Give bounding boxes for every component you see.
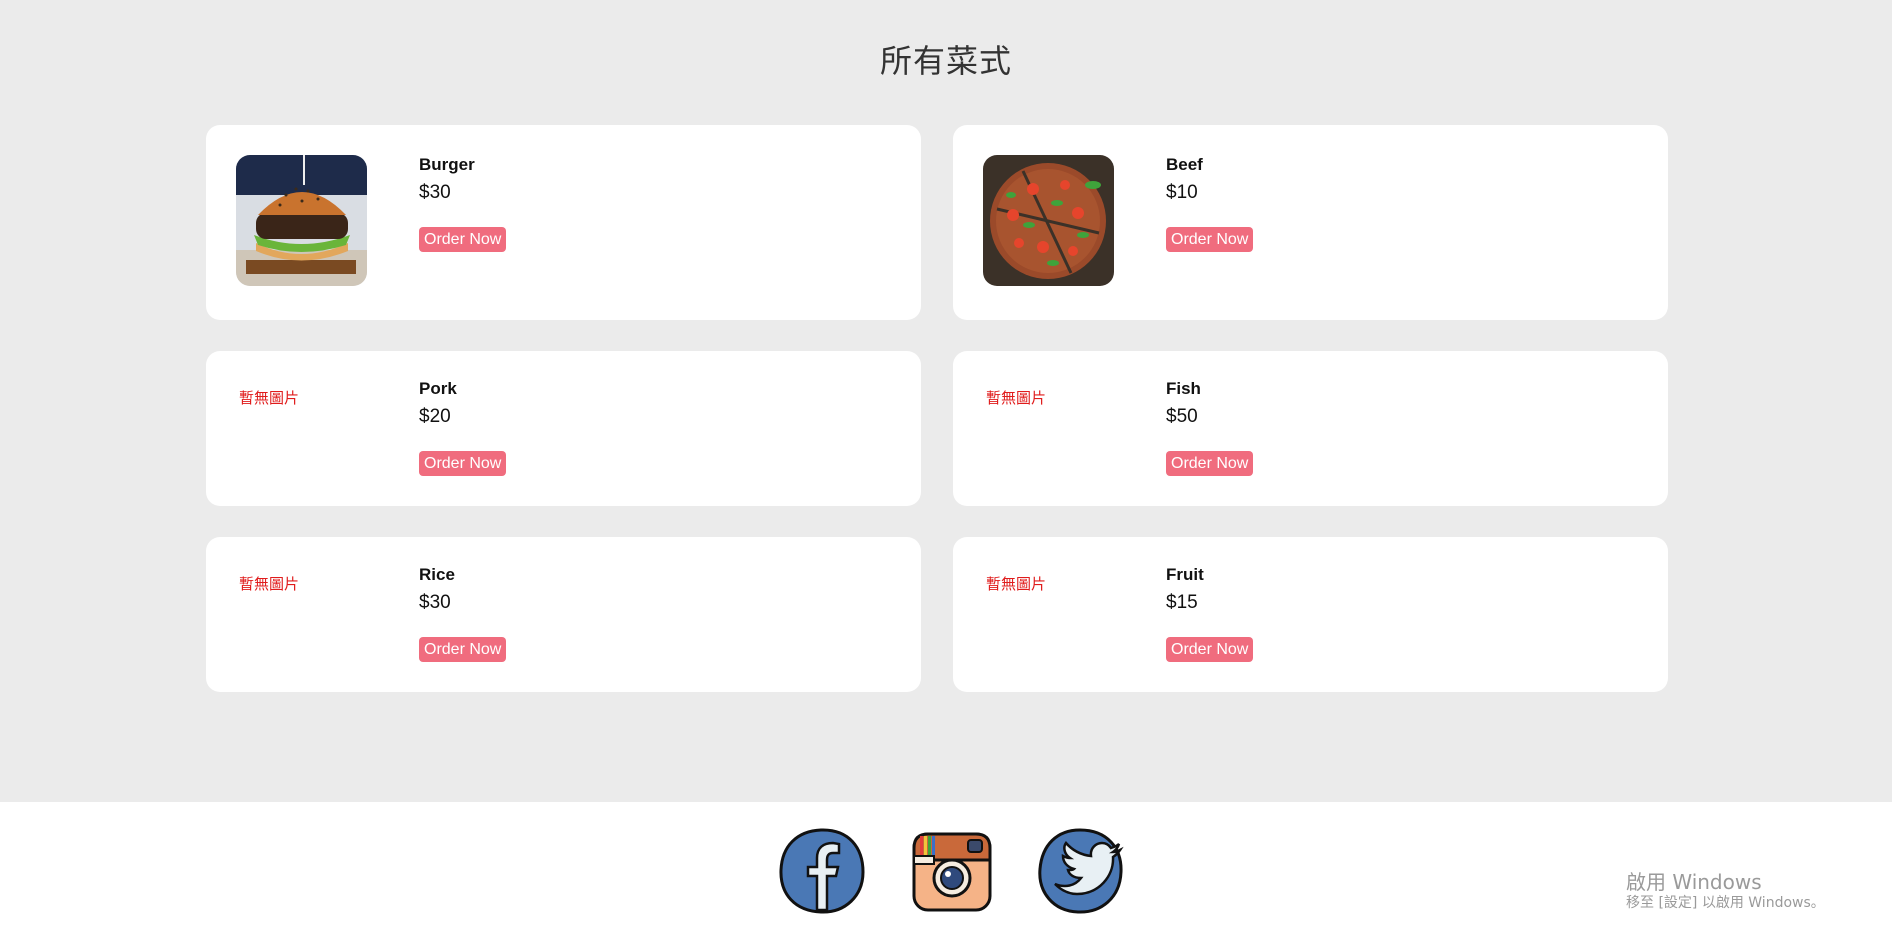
dish-price: $15 [1166, 592, 1198, 613]
no-image-text: 暫無圖片 [986, 389, 1047, 407]
no-image-text: 暫無圖片 [986, 575, 1047, 593]
dish-row: 暫無圖片 Rice $30 Order Now 暫無圖片 Fruit $15 O… [206, 537, 1668, 692]
dish-row: Burger $30 Order Now Beef $10 Order Now [206, 125, 1668, 320]
order-now-button[interactable]: Order Now [419, 451, 507, 476]
dish-name: Fruit [1166, 565, 1204, 584]
order-now-button[interactable]: Order Now [1166, 637, 1254, 662]
dish-name: Pork [419, 379, 457, 398]
dish-name: Burger [419, 155, 475, 174]
dish-price: $10 [1166, 182, 1198, 203]
dish-name: Fish [1166, 379, 1201, 398]
dish-card-fruit: 暫無圖片 Fruit $15 Order Now [953, 537, 1668, 692]
order-now-button[interactable]: Order Now [419, 637, 507, 662]
dish-grid: Burger $30 Order Now Beef $10 Order Now … [206, 125, 1668, 723]
no-image-text: 暫無圖片 [239, 575, 300, 593]
dish-row: 暫無圖片 Pork $20 Order Now 暫無圖片 Fish $50 Or… [206, 351, 1668, 506]
dish-name: Rice [419, 565, 455, 584]
dish-card-burger: Burger $30 Order Now [206, 125, 921, 320]
dish-card-pork: 暫無圖片 Pork $20 Order Now [206, 351, 921, 506]
dish-card-fish: 暫無圖片 Fish $50 Order Now [953, 351, 1668, 506]
dish-price: $20 [419, 406, 451, 427]
pizza-image [983, 155, 1114, 286]
dish-price: $50 [1166, 406, 1198, 427]
twitter-icon[interactable] [1035, 826, 1125, 916]
page-title: 所有菜式 [879, 42, 1012, 80]
windows-activation-subtitle: 移至 [設定] 以啟用 Windows。 [1626, 895, 1825, 911]
burger-image [236, 155, 367, 286]
footer [0, 802, 1892, 943]
dish-price: $30 [419, 592, 451, 613]
facebook-icon[interactable] [777, 826, 867, 916]
no-image-text: 暫無圖片 [239, 389, 300, 407]
dish-name: Beef [1166, 155, 1203, 174]
windows-activation-title: 啟用 Windows [1626, 870, 1762, 894]
order-now-button[interactable]: Order Now [1166, 227, 1254, 252]
dish-price: $30 [419, 182, 451, 203]
order-now-button[interactable]: Order Now [419, 227, 507, 252]
instagram-icon[interactable] [906, 826, 996, 916]
dish-card-beef: Beef $10 Order Now [953, 125, 1668, 320]
dish-card-rice: 暫無圖片 Rice $30 Order Now [206, 537, 921, 692]
order-now-button[interactable]: Order Now [1166, 451, 1254, 476]
